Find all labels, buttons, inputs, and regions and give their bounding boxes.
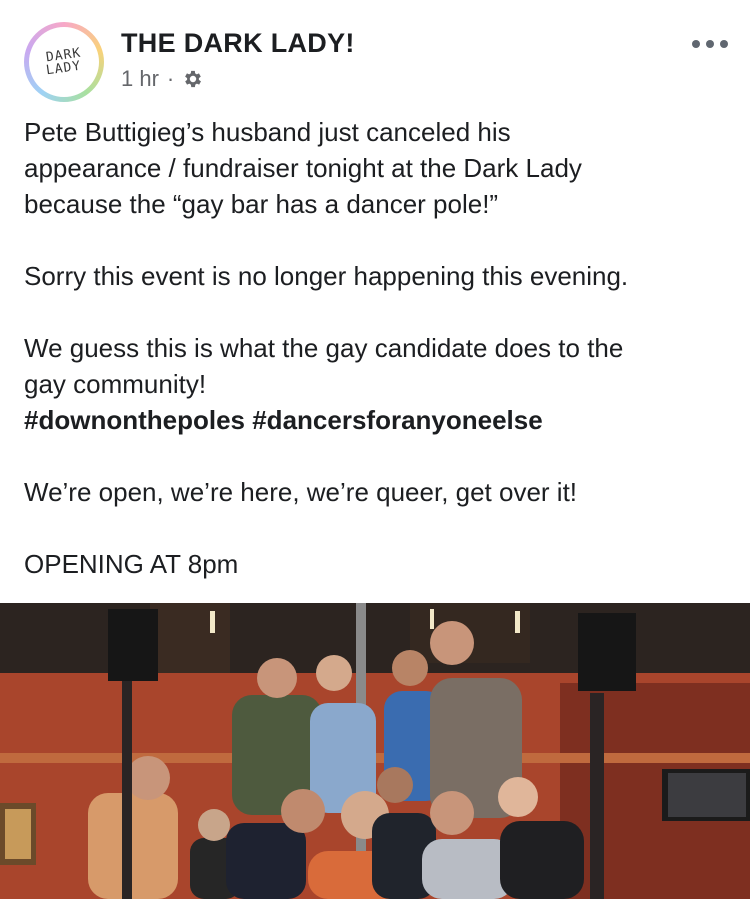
meta-separator: · [166,66,175,91]
post-meta: 1 hr · [121,66,204,92]
page-avatar[interactable]: DARK LADY [24,22,104,102]
more-options-icon[interactable] [692,34,728,54]
post-line: Sorry this event is no longer happening … [24,261,629,291]
post-line: We’re open, we’re here, we’re queer, get… [24,477,578,507]
hashtags-link[interactable]: #downonthepoles #dancersforanyoneelse [24,402,728,438]
post-text: Pete Buttigieg’s husband just canceled h… [24,114,728,582]
post-line: OPENING AT 8pm [24,549,239,579]
group-photo-illustration [0,603,750,899]
more-dot [706,40,714,48]
post-photo[interactable] [0,603,750,899]
avatar-text-2: LADY [45,58,83,79]
post-line: We guess this is what the gay candidate … [24,333,624,363]
post-line: because the “gay bar has a dancer pole!” [24,189,499,219]
more-dot [692,40,700,48]
page-name[interactable]: THE DARK LADY! [121,28,355,59]
gear-icon[interactable] [182,68,204,90]
avatar-logo: DARK LADY [29,27,99,97]
post-line: Pete Buttigieg’s husband just canceled h… [24,117,511,147]
more-dot [720,40,728,48]
post-line: appearance / fundraiser tonight at the D… [24,153,582,183]
post-time[interactable]: 1 hr [121,66,159,92]
post-line: gay community! [24,369,207,399]
post-header: DARK LADY THE DARK LADY! 1 hr · [0,0,750,112]
